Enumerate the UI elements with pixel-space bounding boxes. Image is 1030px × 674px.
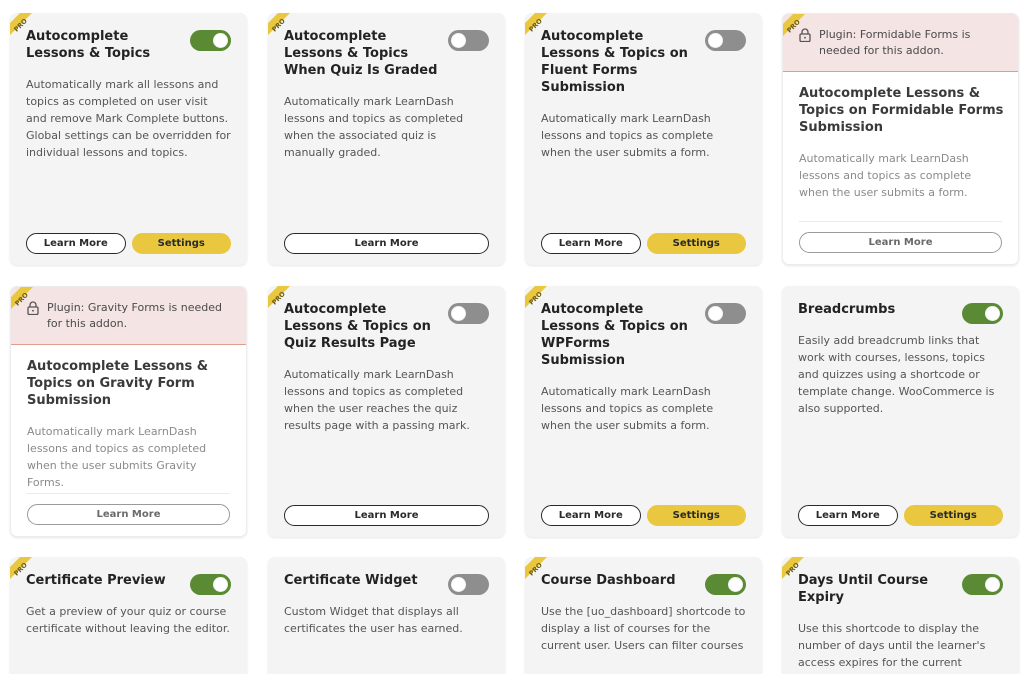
card-header: Certificate Widget — [268, 557, 505, 595]
addon-description: Easily add breadcrumb links that work wi… — [798, 334, 995, 415]
learn-more-button[interactable]: Learn More — [799, 232, 1002, 253]
card-actions: Learn More — [799, 221, 1002, 253]
learn-more-button[interactable]: Learn More — [26, 233, 126, 254]
settings-button[interactable]: Settings — [903, 505, 1003, 526]
addon-title: Course Dashboard — [541, 573, 676, 588]
card-header: Autocomplete Lessons & Topics on Gravity… — [11, 345, 246, 409]
addons-grid: PRO Autocomplete Lessons & Topics Automati… — [0, 0, 1030, 674]
toggle-knob — [213, 33, 228, 48]
addon-toggle[interactable] — [962, 574, 1003, 595]
card-header: Autocomplete Lessons & Topics on WPForms… — [525, 286, 762, 369]
addon-card: PRO Plugin: Gravity Forms is needed for t… — [10, 286, 247, 537]
learn-more-button[interactable]: Learn More — [284, 505, 489, 526]
addon-card: PRO Autocomplete Lessons & Topics on Flue… — [525, 13, 762, 265]
addon-description: Use the [uo_dashboard] shortcode to disp… — [541, 605, 746, 652]
addon-description: Automatically mark LearnDash lessons and… — [284, 368, 470, 432]
learn-more-button[interactable]: Learn More — [798, 505, 898, 526]
addon-card: PRO Autocomplete Lessons & Topics on Quiz… — [268, 286, 505, 537]
toggle-knob — [451, 33, 466, 48]
toggle-knob — [985, 306, 1000, 321]
plugin-required-banner: Plugin: Gravity Forms is needed for this… — [11, 287, 246, 345]
addon-title: Autocomplete Lessons & Topics on Quiz Re… — [284, 302, 431, 351]
card-header: Autocomplete Lessons & Topics When Quiz … — [268, 13, 505, 79]
addon-title: Autocomplete Lessons & Topics on Gravity… — [27, 359, 209, 408]
addon-title: Autocomplete Lessons & Topics on Formida… — [799, 86, 1004, 135]
addon-toggle[interactable] — [705, 303, 746, 324]
addon-card: PRO Days Until Course Expiry Use this shor… — [782, 557, 1019, 674]
card-actions: Learn More Settings — [541, 505, 746, 526]
addon-toggle[interactable] — [705, 574, 746, 595]
addon-description: Get a preview of your quiz or course cer… — [26, 605, 230, 635]
addon-toggle[interactable] — [448, 30, 489, 51]
addon-title: Autocomplete Lessons & Topics When Quiz … — [284, 29, 438, 78]
card-header: Autocomplete Lessons & Topics on Formida… — [783, 72, 1018, 136]
addon-title: Autocomplete Lessons & Topics on WPForms… — [541, 302, 688, 368]
addon-card: PRO Autocomplete Lessons & Topics When Qu… — [268, 13, 505, 265]
addon-card: PRO Autocomplete Lessons & Topics on WPFo… — [525, 286, 762, 537]
card-header: Autocomplete Lessons & Topics on Quiz Re… — [268, 286, 505, 352]
addon-card: PRO Autocomplete Lessons & Topics Automati… — [10, 13, 247, 265]
addon-description: Use this shortcode to display the number… — [798, 622, 986, 669]
addon-title: Certificate Widget — [284, 573, 418, 588]
toggle-knob — [451, 577, 466, 592]
lock-icon — [799, 28, 811, 43]
card-actions: Learn More — [27, 493, 230, 525]
settings-button[interactable]: Settings — [646, 233, 746, 254]
card-header: Course Dashboard — [525, 557, 762, 595]
settings-button[interactable]: Settings — [131, 233, 231, 254]
card-actions: Learn More — [284, 505, 489, 526]
card-header: Autocomplete Lessons & Topics — [10, 13, 247, 62]
addon-description: Automatically mark LearnDash lessons and… — [27, 425, 207, 489]
plugin-required-text: Plugin: Gravity Forms is needed for this… — [47, 301, 223, 330]
addon-toggle[interactable] — [705, 30, 746, 51]
addon-card: PRO Plugin: Formidable Forms is needed fo… — [782, 13, 1019, 265]
card-header: Autocomplete Lessons & Topics on Fluent … — [525, 13, 762, 96]
card-header: Breadcrumbs — [782, 286, 1019, 324]
card-header: Days Until Course Expiry — [782, 557, 1019, 606]
toggle-knob — [728, 577, 743, 592]
addon-title: Autocomplete Lessons & Topics on Fluent … — [541, 29, 688, 95]
addon-description: Custom Widget that displays all certific… — [284, 605, 463, 635]
learn-more-button[interactable]: Learn More — [541, 233, 641, 254]
toggle-knob — [708, 306, 723, 321]
lock-icon — [27, 301, 39, 316]
addon-title: Certificate Preview — [26, 573, 166, 588]
toggle-knob — [451, 306, 466, 321]
addon-title: Breadcrumbs — [798, 302, 896, 317]
card-actions: Learn More — [284, 233, 489, 254]
addon-toggle[interactable] — [190, 574, 231, 595]
addon-toggle[interactable] — [448, 303, 489, 324]
addon-title: Days Until Course Expiry — [798, 573, 929, 605]
toggle-knob — [985, 577, 1000, 592]
learn-more-button[interactable]: Learn More — [27, 504, 230, 525]
toggle-knob — [708, 33, 723, 48]
addon-description: Automatically mark LearnDash lessons and… — [541, 112, 714, 159]
addon-toggle[interactable] — [962, 303, 1003, 324]
addon-description: Automatically mark all lessons and topic… — [26, 78, 231, 159]
addon-card: PRO Certificate Preview Get a preview of y… — [10, 557, 247, 674]
card-actions: Learn More Settings — [798, 505, 1003, 526]
card-actions: Learn More Settings — [541, 233, 746, 254]
card-actions: Learn More Settings — [26, 233, 231, 254]
addon-card: Certificate Widget Custom Widget that dis… — [268, 557, 505, 674]
addon-card: PRO Course Dashboard Use the [uo_dashboard… — [525, 557, 762, 674]
addon-description: Automatically mark LearnDash lessons and… — [799, 152, 972, 199]
plugin-required-banner: Plugin: Formidable Forms is needed for t… — [783, 14, 1018, 72]
plugin-required-text: Plugin: Formidable Forms is needed for t… — [819, 28, 971, 57]
card-header: Certificate Preview — [10, 557, 247, 595]
addon-description: Automatically mark LearnDash lessons and… — [284, 95, 464, 159]
settings-button[interactable]: Settings — [646, 505, 746, 526]
addon-toggle[interactable] — [190, 30, 231, 51]
addon-toggle[interactable] — [448, 574, 489, 595]
toggle-knob — [213, 577, 228, 592]
learn-more-button[interactable]: Learn More — [284, 233, 489, 254]
learn-more-button[interactable]: Learn More — [541, 505, 641, 526]
addon-description: Automatically mark LearnDash lessons and… — [541, 385, 714, 432]
addon-card: Breadcrumbs Easily add breadcrumb links t… — [782, 286, 1019, 537]
addon-title: Autocomplete Lessons & Topics — [26, 29, 151, 61]
